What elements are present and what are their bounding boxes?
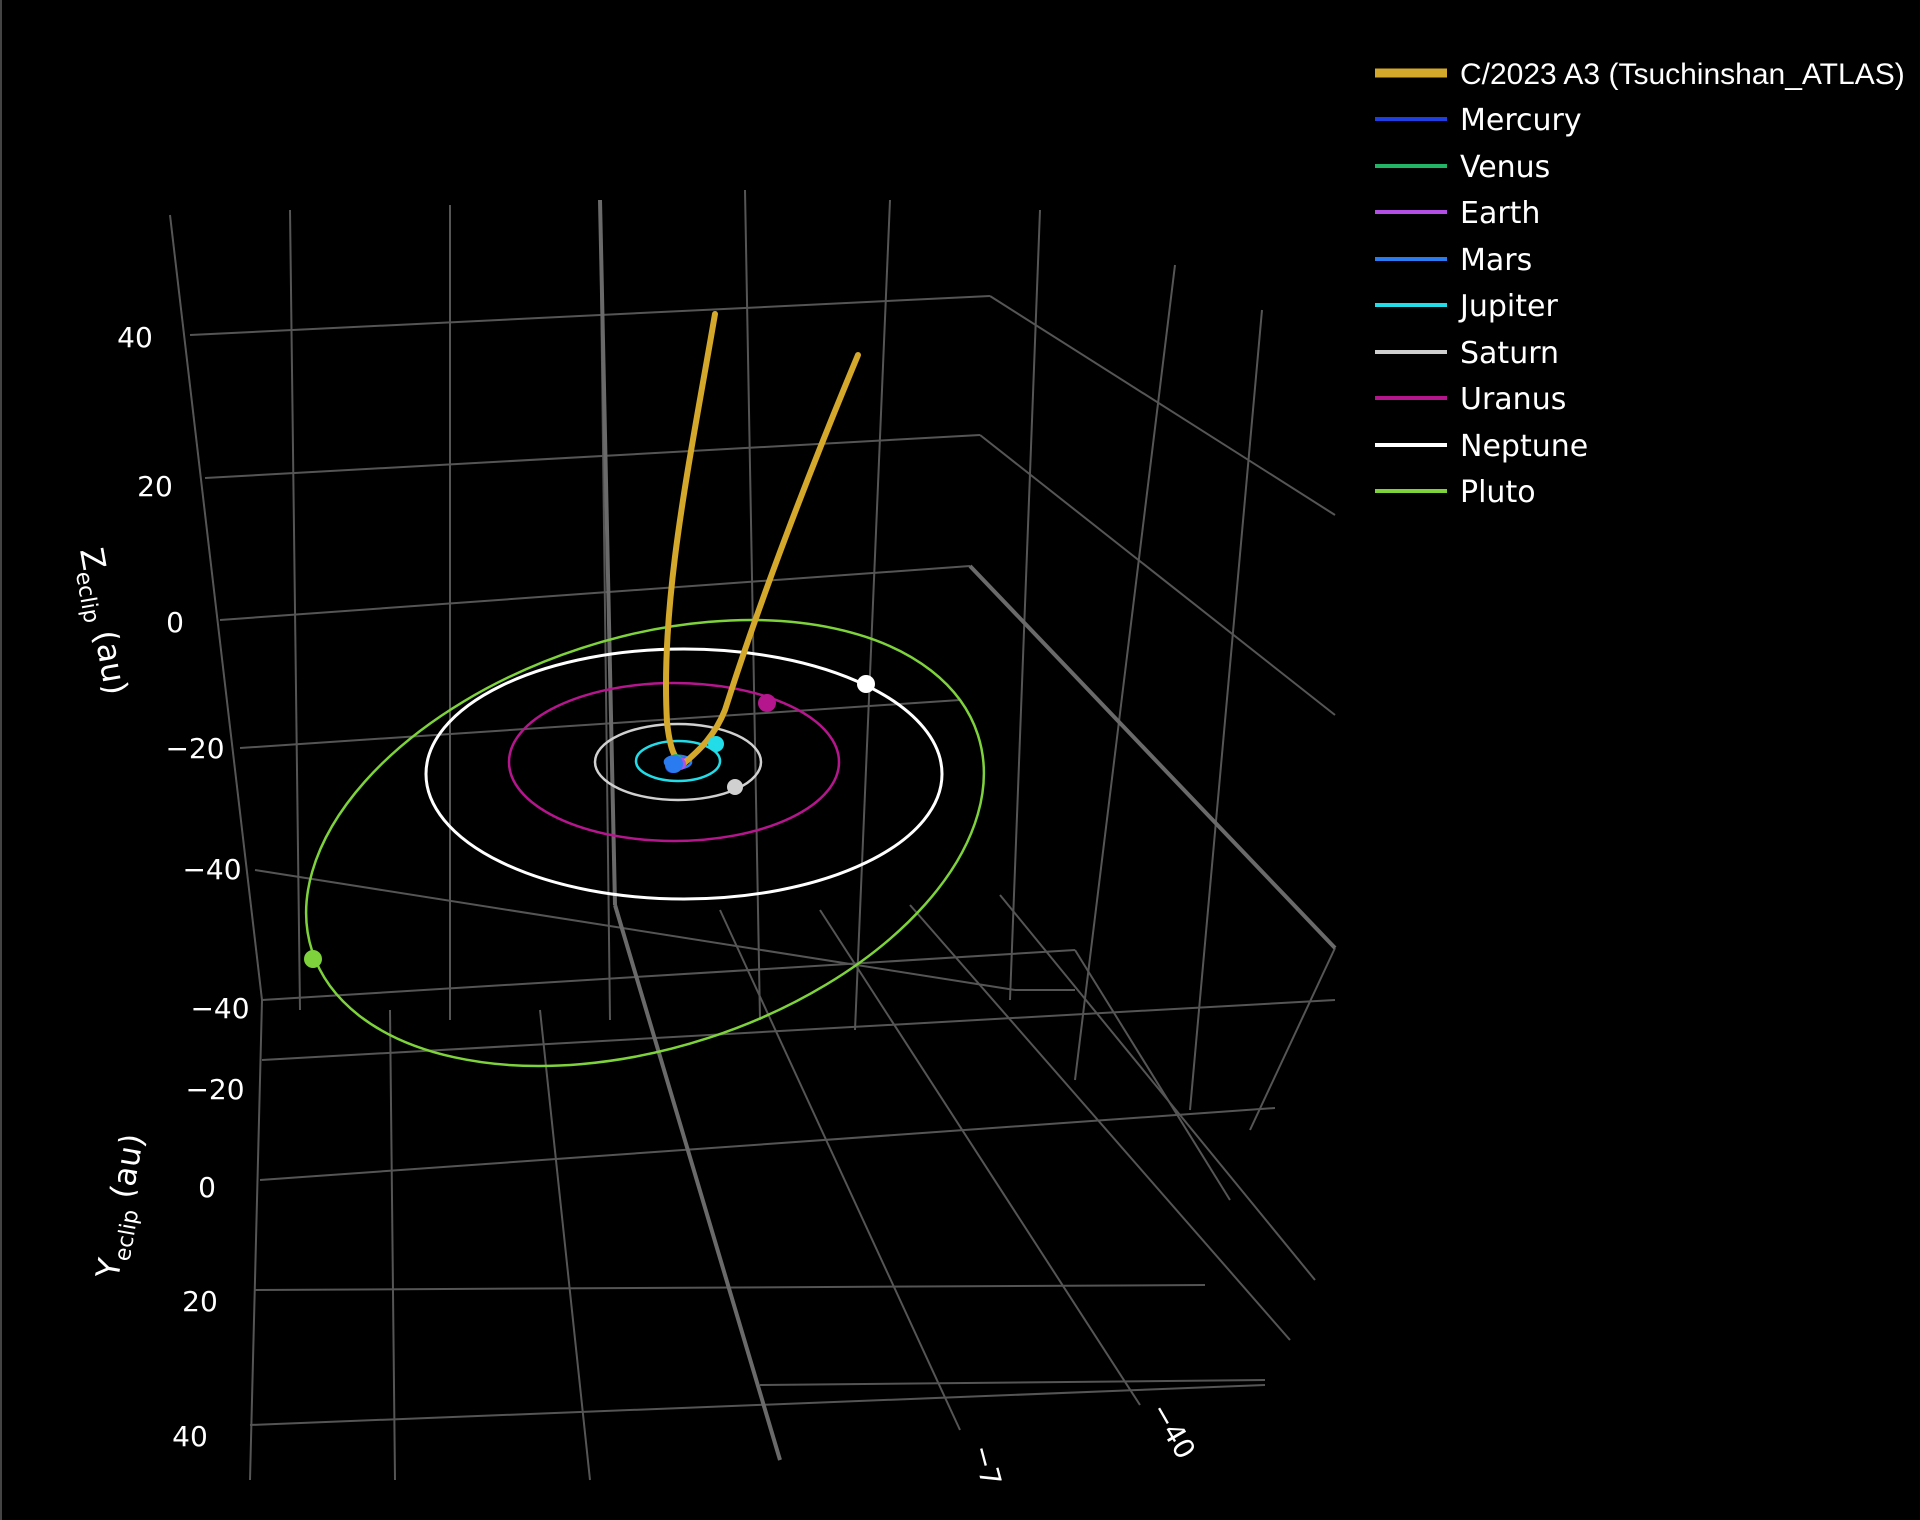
legend-item-jupiter[interactable]: Jupiter xyxy=(1375,289,1558,324)
y-tick-label: 20 xyxy=(182,1285,218,1318)
grid-line xyxy=(389,1009,396,1481)
grid-line xyxy=(189,295,991,336)
y-axis-title: Yeclip(au) xyxy=(88,1131,157,1284)
legend-label: Mercury xyxy=(1460,103,1582,138)
marker-saturn xyxy=(727,779,743,795)
grid-lines xyxy=(169,189,1337,1481)
grid-line xyxy=(261,949,1076,1001)
legend-item-comet[interactable]: C/2023 A3 (Tsuchinshan_ATLAS) xyxy=(1375,58,1905,91)
axis-line xyxy=(968,564,1337,950)
legend-item-saturn[interactable]: Saturn xyxy=(1375,336,1559,371)
legend-label: C/2023 A3 (Tsuchinshan_ATLAS) xyxy=(1460,58,1905,91)
orbit-pluto xyxy=(304,618,986,1068)
marker-neptune xyxy=(857,675,875,693)
legend-label: Pluto xyxy=(1460,475,1536,510)
grid-line xyxy=(249,999,263,1481)
z-tick-label: 0 xyxy=(166,606,184,639)
planet-markers xyxy=(304,675,875,968)
grid-line xyxy=(989,295,1336,516)
grid-line xyxy=(719,909,961,1431)
legend-item-uranus[interactable]: Uranus xyxy=(1375,382,1566,417)
z-tick-label: −20 xyxy=(165,732,224,765)
grid-line xyxy=(1074,949,1231,1201)
legend-label: Jupiter xyxy=(1458,289,1558,324)
grid-line xyxy=(239,699,961,749)
z-tick-label: 40 xyxy=(117,321,153,354)
grid-line xyxy=(539,1009,591,1481)
marker-jupiter xyxy=(708,736,724,752)
z-axis-title: Zeclip(au) xyxy=(66,545,135,699)
grid-line xyxy=(759,1379,1266,1386)
z-tick-label: 20 xyxy=(137,470,173,503)
legend-label: Earth xyxy=(1460,196,1540,231)
legend-item-venus[interactable]: Venus xyxy=(1375,150,1550,185)
grid-line xyxy=(909,904,1291,1341)
grid-line xyxy=(999,894,1316,1281)
legend-label: Venus xyxy=(1460,150,1550,185)
grid-line xyxy=(854,199,891,1031)
y-tick-label: 40 xyxy=(172,1420,208,1453)
orbit-lines xyxy=(304,618,986,1068)
y-tick-label: −20 xyxy=(185,1073,244,1106)
grid-line xyxy=(261,999,1336,1061)
grid-line xyxy=(259,1107,1276,1181)
grid-line xyxy=(1249,947,1336,1131)
legend-item-pluto[interactable]: Pluto xyxy=(1375,475,1536,510)
solar-system-3d-plot[interactable]: 40 20 0 −20 −40 Zeclip(au) −40 −20 0 20 … xyxy=(0,0,1920,1520)
marker-pluto xyxy=(304,950,322,968)
x-tick-label: −40 xyxy=(1144,1397,1202,1465)
legend-item-earth[interactable]: Earth xyxy=(1375,196,1540,231)
legend-label: Uranus xyxy=(1460,382,1566,417)
legend-label: Saturn xyxy=(1460,336,1559,371)
legend: C/2023 A3 (Tsuchinshan_ATLAS) Mercury Ve… xyxy=(1375,58,1905,510)
legend-label: Mars xyxy=(1460,243,1532,278)
legend-item-mars[interactable]: Mars xyxy=(1375,243,1532,278)
legend-label: Neptune xyxy=(1460,429,1588,464)
grid-line xyxy=(1009,209,1041,1001)
legend-item-neptune[interactable]: Neptune xyxy=(1375,429,1588,464)
x-tick-label: −7 xyxy=(965,1441,1008,1489)
grid-line xyxy=(204,434,981,479)
marker-uranus xyxy=(758,694,776,712)
grid-line xyxy=(979,434,1336,716)
z-tick-label: −40 xyxy=(182,853,241,886)
y-tick-label: 0 xyxy=(198,1171,216,1204)
legend-item-mercury[interactable]: Mercury xyxy=(1375,103,1582,138)
grid-line xyxy=(219,565,971,621)
marker-mars xyxy=(665,755,683,773)
y-tick-label: −40 xyxy=(190,992,249,1025)
grid-line xyxy=(1074,264,1176,1081)
